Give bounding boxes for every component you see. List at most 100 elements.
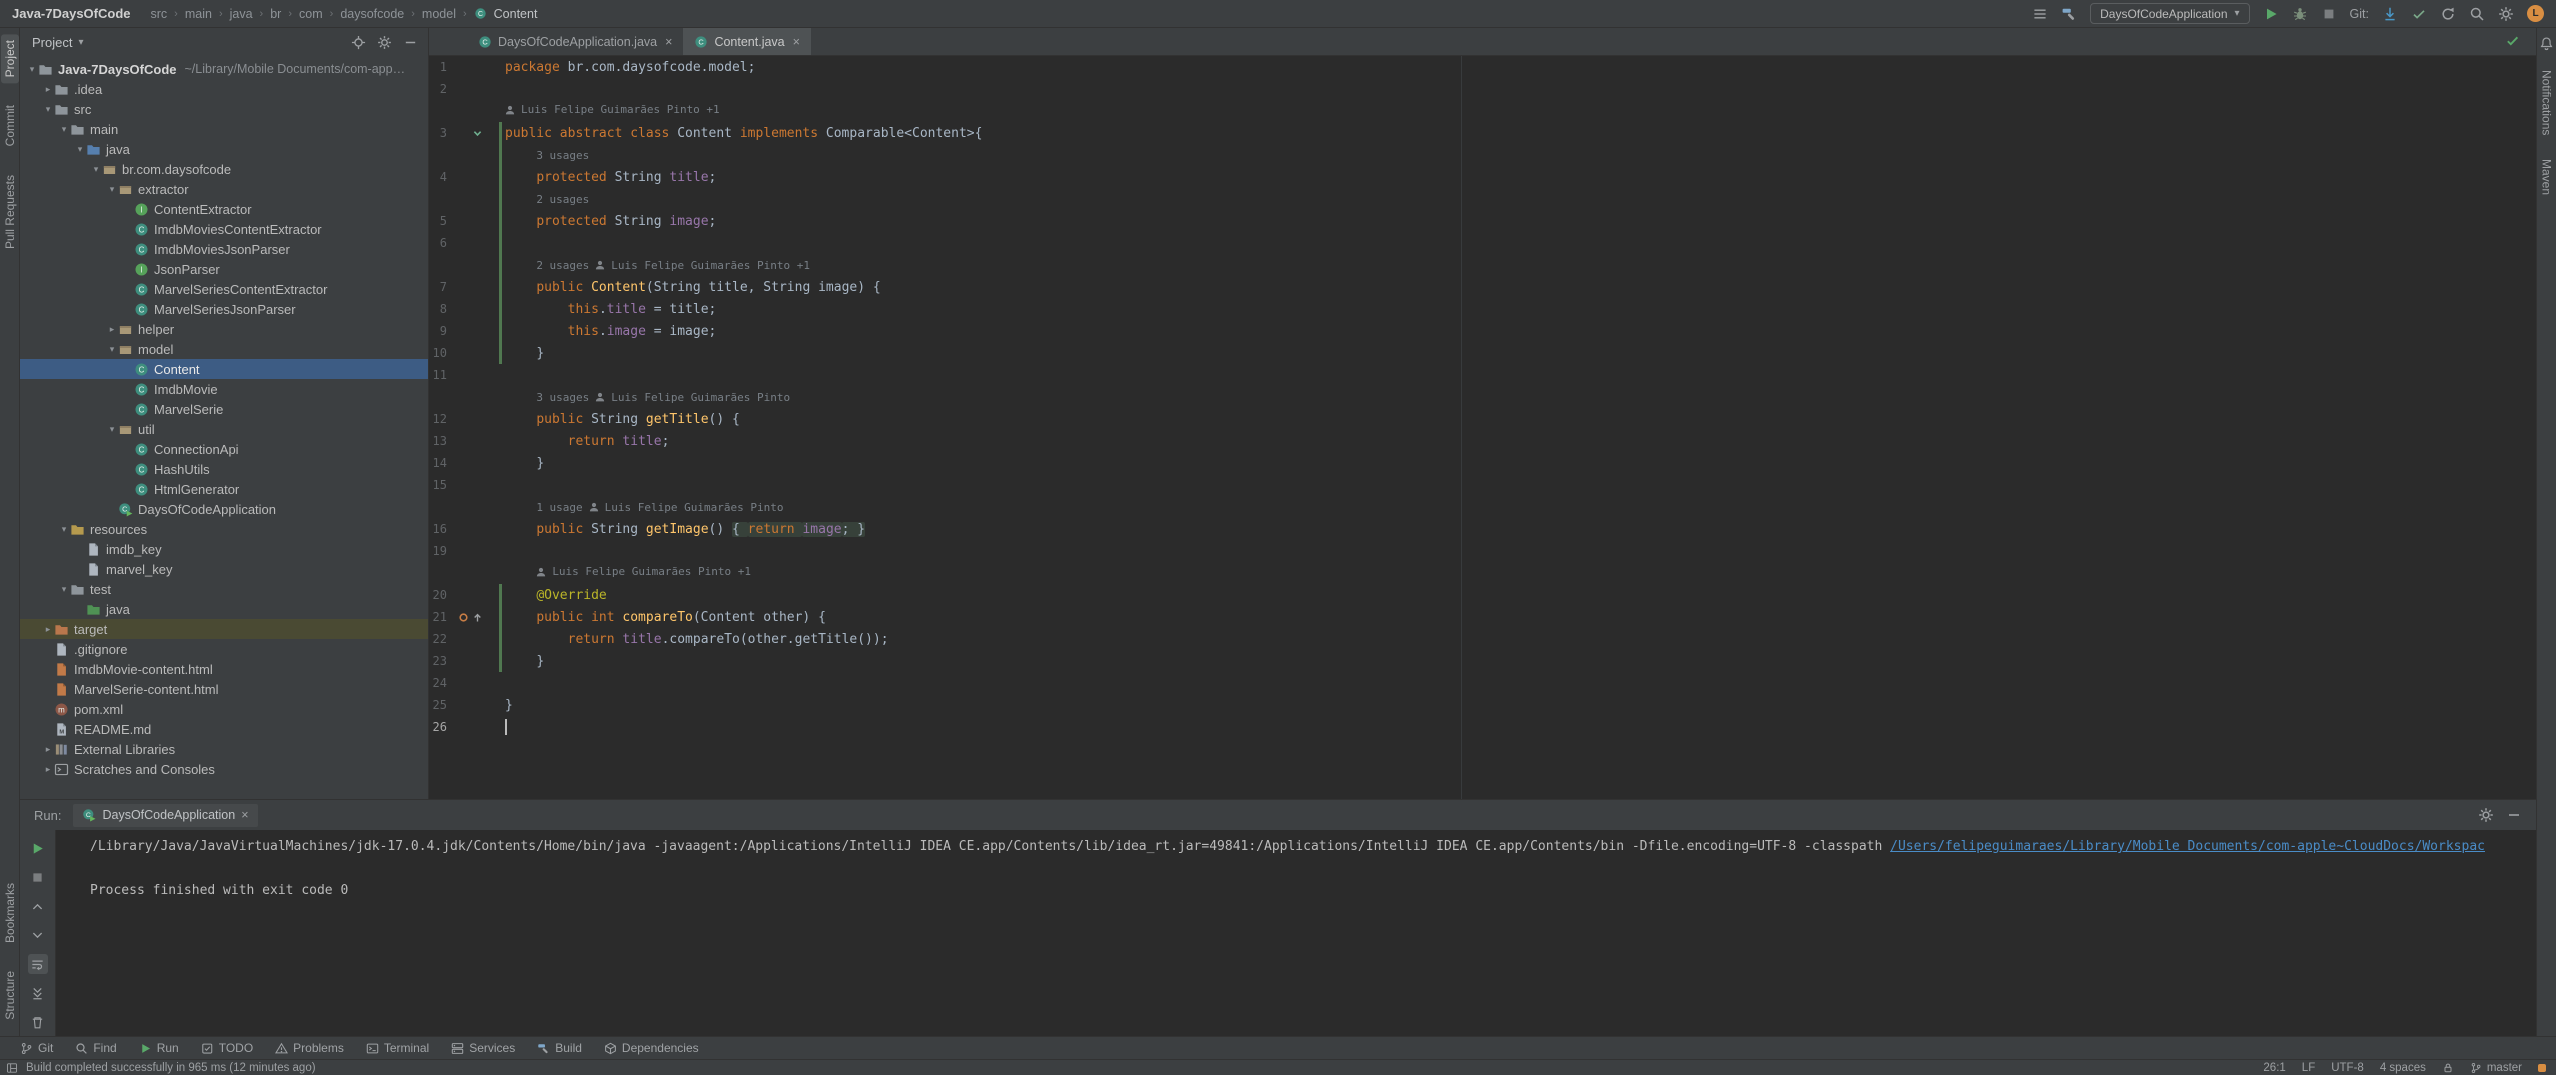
toolwindow-button-find[interactable]: Find <box>75 1041 117 1055</box>
minus-icon[interactable] <box>403 35 418 50</box>
code-line[interactable]: } <box>505 654 544 669</box>
toolwindow-button-maven[interactable]: Maven <box>2538 154 2556 200</box>
tree-item-helper[interactable]: ▸ helper <box>20 319 428 339</box>
editor-tab-daysofcodeapplication-java[interactable]: C DaysOfCodeApplication.java × <box>467 28 683 55</box>
tree-item-marvelserie-content-html[interactable]: MarvelSerie-content.html <box>20 679 428 699</box>
toolwindow-button-git[interactable]: Git <box>20 1041 53 1055</box>
console-line[interactable]: Process finished with exit code 0 <box>90 880 2536 902</box>
chevron-collapsed-icon[interactable]: ▸ <box>42 84 54 95</box>
code-line[interactable]: @Override <box>505 588 606 603</box>
chevron-expanded-icon[interactable]: ▾ <box>58 584 70 595</box>
code-editor[interactable]: 1 package br.com.daysofcode.model; 2 Luis F… <box>429 56 2536 799</box>
toolwindow-button-project[interactable]: Project <box>0 34 19 84</box>
chevron-expanded-icon[interactable]: ▾ <box>58 124 70 135</box>
stop-icon[interactable] <box>2321 6 2337 22</box>
chevron-collapsed-icon[interactable]: ▸ <box>106 324 118 335</box>
tree-item-scratches-and-consoles[interactable]: ▸ Scratches and Consoles <box>20 759 428 779</box>
tree-item-content[interactable]: C Content <box>20 359 428 379</box>
inlay-hint[interactable]: 1 usage Luis Felipe Guimarães Pinto <box>536 501 783 514</box>
toolwindow-button-services[interactable]: Services <box>451 1041 515 1055</box>
tree-item-marvelseriesjsonparser[interactable]: C MarvelSeriesJsonParser <box>20 299 428 319</box>
inlay-hint[interactable]: 3 usages Luis Felipe Guimarães Pinto <box>536 391 790 404</box>
tree-item-src[interactable]: ▾ src <box>20 99 428 119</box>
tree-item-gitignore[interactable]: .gitignore <box>20 639 428 659</box>
has-implementations-icon[interactable] <box>472 128 483 139</box>
code-line[interactable]: return title.compareTo(other.getTitle())… <box>505 632 889 647</box>
author-hint[interactable]: Luis Felipe Guimarães Pinto +1 <box>521 103 720 116</box>
breadcrumb-item-model[interactable]: model <box>422 7 456 21</box>
tree-item-marvel-key[interactable]: marvel_key <box>20 559 428 579</box>
minus-icon[interactable] <box>2506 807 2522 823</box>
gear-icon[interactable] <box>377 35 392 50</box>
tree-item-java[interactable]: ▾ java <box>20 139 428 159</box>
user-avatar[interactable]: L <box>2527 5 2544 22</box>
breadcrumb-item-com[interactable]: com <box>299 7 323 21</box>
tree-item-test[interactable]: ▾ test <box>20 579 428 599</box>
author-hint[interactable]: Luis Felipe Guimarães Pinto +1 <box>552 565 751 578</box>
tree-item-jsonparser[interactable]: I JsonParser <box>20 259 428 279</box>
author-hint[interactable]: Luis Felipe Guimarães Pinto +1 <box>611 259 810 272</box>
breadcrumb-item-src[interactable]: src <box>151 7 168 21</box>
tree-item-main[interactable]: ▾ main <box>20 119 428 139</box>
toolwindow-button-bookmarks[interactable]: Bookmarks <box>1 877 19 949</box>
code-line[interactable]: public abstract class Content implements… <box>505 126 982 141</box>
tree-item-imdbmoviescontentextractor[interactable]: C ImdbMoviesContentExtractor <box>20 219 428 239</box>
code-line[interactable]: package br.com.daysofcode.model; <box>505 60 755 75</box>
play-icon[interactable] <box>2263 6 2279 22</box>
toolwindow-button-terminal[interactable]: Terminal <box>366 1041 429 1055</box>
inlay-hint[interactable]: Luis Felipe Guimarães Pinto +1 <box>536 565 751 578</box>
chevron-collapsed-icon[interactable]: ▸ <box>42 624 54 635</box>
usages-hint[interactable]: 1 usage <box>536 501 582 514</box>
toolwindow-button-todo[interactable]: TODO <box>201 1041 253 1055</box>
code-line[interactable]: 3 usages <box>505 148 589 163</box>
run-tab[interactable]: C DaysOfCodeApplication × <box>73 803 258 827</box>
tree-item-util[interactable]: ▾ util <box>20 419 428 439</box>
status-utf-8[interactable]: UTF-8 <box>2331 1062 2364 1074</box>
code-line[interactable]: } <box>505 346 544 361</box>
scroll-to-end-button[interactable] <box>28 983 48 1003</box>
code-line[interactable]: public String getTitle() { <box>505 412 740 427</box>
tree-item-marvelseriescontentextractor[interactable]: C MarvelSeriesContentExtractor <box>20 279 428 299</box>
tree-item-imdbmoviesjsonparser[interactable]: C ImdbMoviesJsonParser <box>20 239 428 259</box>
author-hint[interactable]: Luis Felipe Guimarães Pinto <box>605 501 784 514</box>
chevron-expanded-icon[interactable]: ▾ <box>26 64 38 75</box>
chevron-collapsed-icon[interactable]: ▸ <box>42 744 54 755</box>
next-occurrence-button[interactable] <box>28 925 48 945</box>
chevron-expanded-icon[interactable]: ▾ <box>74 144 86 155</box>
run-console[interactable]: /Library/Java/JavaVirtualMachines/jdk-17… <box>56 830 2536 1036</box>
code-line[interactable] <box>505 719 507 735</box>
breadcrumb-item-content[interactable]: Content <box>494 7 538 21</box>
tree-item-imdb-key[interactable]: imdb_key <box>20 539 428 559</box>
arrowDown-icon[interactable] <box>2382 6 2398 22</box>
toolwindow-button-run[interactable]: Run <box>139 1041 179 1055</box>
code-line[interactable]: } <box>505 698 513 713</box>
code-line[interactable]: public String getImage() { return image;… <box>505 521 866 537</box>
usages-hint[interactable]: 2 usages <box>536 193 589 206</box>
code-line[interactable]: 3 usages Luis Felipe Guimarães Pinto <box>505 390 790 405</box>
tree-item-idea[interactable]: ▸ .idea <box>20 79 428 99</box>
chevron-expanded-icon[interactable]: ▾ <box>106 424 118 435</box>
code-line[interactable]: Luis Felipe Guimarães Pinto +1 <box>505 103 720 119</box>
status-4-spaces[interactable]: 4 spaces <box>2380 1062 2426 1074</box>
inlay-hint[interactable]: 2 usages Luis Felipe Guimarães Pinto +1 <box>536 259 810 272</box>
locate-icon[interactable] <box>351 35 366 50</box>
chevron-expanded-icon[interactable]: ▾ <box>90 164 102 175</box>
code-line[interactable]: } <box>505 456 544 471</box>
overrides-method-icon[interactable] <box>472 612 483 623</box>
toolwindow-button-pull-requests[interactable]: Pull Requests <box>1 169 19 255</box>
close-icon[interactable]: × <box>793 35 800 49</box>
toolwindow-button-problems[interactable]: Problems <box>275 1041 344 1055</box>
toolwindow-toggle-icon[interactable] <box>6 1062 18 1074</box>
tree-item-daysofcodeapplication[interactable]: C DaysOfCodeApplication <box>20 499 428 519</box>
stop-button[interactable] <box>28 867 48 887</box>
gear-icon[interactable] <box>2498 6 2514 22</box>
breadcrumb-item-main[interactable]: main <box>185 7 212 21</box>
tree-item-hashutils[interactable]: C HashUtils <box>20 459 428 479</box>
rerun-button[interactable] <box>28 838 48 858</box>
toolwindow-button-structure[interactable]: Structure <box>1 965 19 1026</box>
toolwindow-button-build[interactable]: Build <box>537 1041 582 1055</box>
tree-item-model[interactable]: ▾ model <box>20 339 428 359</box>
code-line[interactable]: Luis Felipe Guimarães Pinto +1 <box>505 565 751 581</box>
status-26-1[interactable]: 26:1 <box>2263 1062 2285 1074</box>
tree-item-external-libraries[interactable]: ▸ External Libraries <box>20 739 428 759</box>
